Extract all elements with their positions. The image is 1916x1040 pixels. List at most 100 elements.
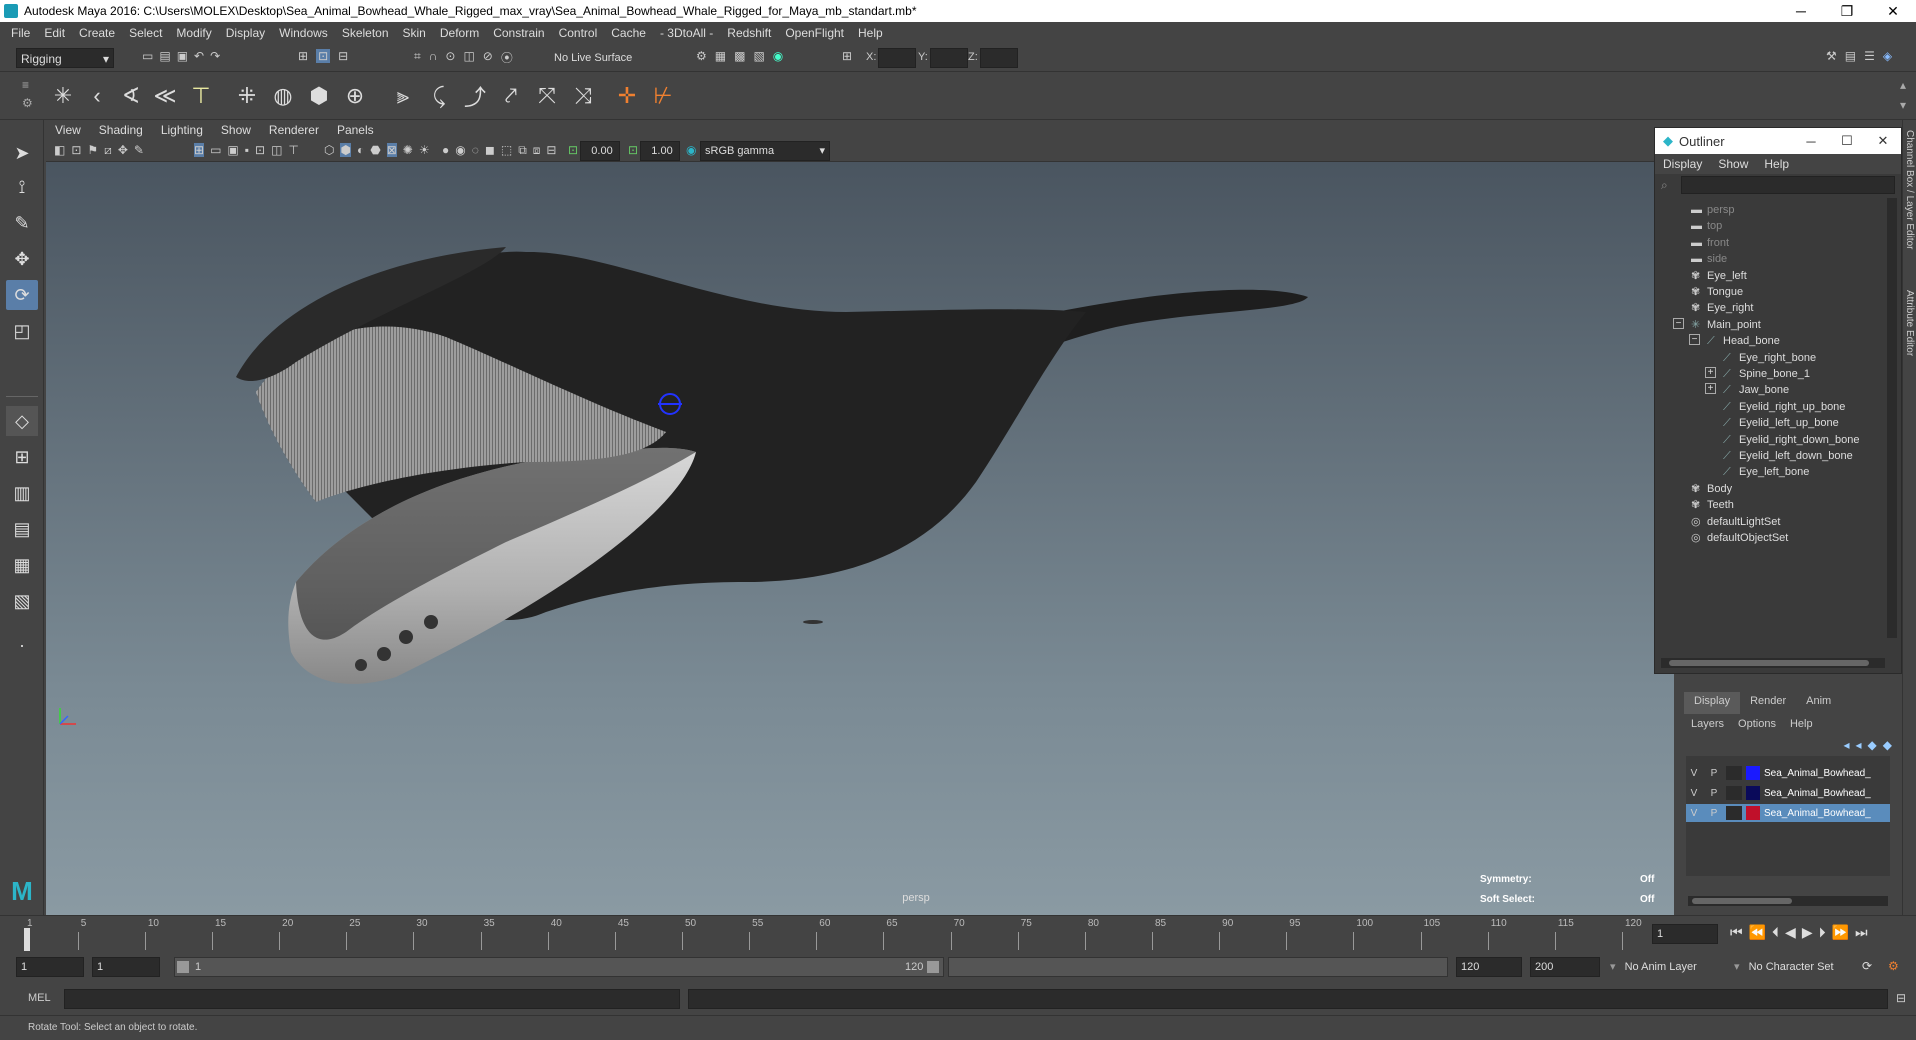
layer-horizontal-scrollbar[interactable] (1688, 896, 1888, 906)
joint-tool-icon[interactable]: ✳ (48, 79, 78, 113)
outliner-close-button[interactable]: ✕ (1865, 133, 1901, 149)
aim-constraint-icon[interactable]: ⤧ (532, 79, 562, 113)
image-plane-icon[interactable]: ⧄ (104, 143, 112, 158)
ik-handle-icon[interactable]: ‹ (82, 79, 112, 113)
outliner-item[interactable]: ◎ defaultObjectSet (1655, 528, 1885, 548)
viewport-menu-shading[interactable]: Shading (90, 123, 152, 137)
menu-redshift[interactable]: Redshift (720, 26, 778, 40)
viewport-menu-panels[interactable]: Panels (328, 123, 383, 137)
go-to-start-icon[interactable]: ⏮ (1730, 924, 1743, 941)
lock-camera-icon[interactable]: ⊡ (71, 143, 81, 158)
four-view-layout-icon[interactable]: ⊞ (6, 442, 38, 472)
layer-visibility-toggle[interactable]: V (1686, 768, 1702, 779)
exposure-icon[interactable]: ⊡ (568, 143, 578, 157)
orient-constraint-icon[interactable]: ⤴ (460, 79, 490, 113)
channel-box-toggle-icon[interactable]: ◈ (1883, 49, 1892, 63)
textured-icon[interactable]: ✺ (403, 143, 413, 157)
menu-modify[interactable]: Modify (169, 26, 218, 40)
layer-row[interactable]: V P Sea_Animal_Bowhead_ (1686, 764, 1890, 782)
expand-icon[interactable]: + (1705, 383, 1716, 395)
move-layer-down-icon[interactable]: ◂ (1856, 738, 1862, 752)
layer-color-swatch[interactable] (1746, 766, 1760, 780)
shelf-scroll-up-icon[interactable]: ▴ (1900, 78, 1906, 92)
undo-icon[interactable]: ↶ (194, 49, 204, 63)
animation-end-field[interactable]: 200 (1530, 957, 1600, 977)
save-scene-icon[interactable]: ▣ (177, 49, 188, 63)
xray-active-icon[interactable]: ⧈ (533, 143, 541, 158)
insert-joint-icon[interactable]: ≪ (150, 79, 180, 113)
outliner-search-input[interactable] (1681, 176, 1895, 194)
select-hierarchy-icon[interactable]: ⊞ (298, 49, 308, 63)
menu-edit[interactable]: Edit (37, 26, 72, 40)
camera-attributes-icon[interactable]: ⊟ (546, 143, 556, 158)
layer-menu-help[interactable]: Help (1783, 718, 1820, 730)
gamma-icon[interactable]: ⊡ (628, 143, 638, 157)
playback-start-field[interactable]: 1 (92, 957, 160, 977)
safe-action-icon[interactable]: ◫ (271, 143, 282, 157)
play-backward-icon[interactable]: ◀ (1785, 924, 1796, 941)
select-tool-icon[interactable]: ➤ (6, 138, 38, 168)
minimize-button[interactable]: ─ (1778, 3, 1824, 19)
lasso-tool-icon[interactable]: ⟟ (6, 172, 38, 202)
locator-icon[interactable]: ⊤ (186, 79, 216, 113)
collapse-icon[interactable]: − (1673, 317, 1684, 329)
y-field[interactable] (930, 48, 968, 68)
shelf-menu-icon[interactable]: ≡ (22, 78, 29, 92)
character-set-dropdown[interactable]: ▾ No Character Set (1734, 957, 1864, 977)
outliner-minimize-button[interactable]: ─ (1793, 134, 1829, 149)
animation-start-field[interactable]: 1 (16, 957, 84, 977)
shadows-icon[interactable]: ● (442, 143, 449, 158)
lattice-icon[interactable]: ◍ (268, 79, 298, 113)
current-time-marker[interactable] (24, 928, 30, 952)
menu-file[interactable]: File (4, 26, 37, 40)
playback-end-field[interactable]: 120 (1456, 957, 1522, 977)
sculpt-deformer-icon[interactable]: ⊕ (340, 79, 370, 113)
move-layer-up-icon[interactable]: ◂ (1843, 738, 1849, 752)
hypershade-icon[interactable]: ◉ (773, 49, 783, 63)
layer-playback-toggle[interactable]: P (1706, 788, 1722, 799)
isolate-select-icon[interactable]: ⬚ (501, 143, 512, 158)
menu-windows[interactable]: Windows (272, 26, 335, 40)
resolution-gate-icon[interactable]: ▣ (227, 143, 238, 157)
create-layer-from-selected-icon[interactable]: ◆ (1883, 738, 1892, 752)
layer-menu-options[interactable]: Options (1731, 718, 1783, 730)
viewport-menu-renderer[interactable]: Renderer (260, 123, 328, 137)
maximize-button[interactable]: ❐ (1824, 3, 1870, 20)
shelf-settings-icon[interactable]: ⚙ (22, 96, 33, 110)
outliner-layout-icon[interactable]: ▤ (6, 514, 38, 544)
menu-skin[interactable]: Skin (396, 26, 433, 40)
2d-pan-icon[interactable]: ✥ (118, 143, 128, 158)
timeline-ruler[interactable]: 1 5 10 15 20 25 30 35 40 45 50 55 60 65 70 75 80 85 90 95 10… (24, 916, 1642, 952)
color-management-icon[interactable]: ◉ (686, 143, 696, 157)
filter-icon[interactable]: ⌕ (1661, 178, 1668, 193)
layer-menu-layers[interactable]: Layers (1684, 718, 1731, 730)
snap-curve-icon[interactable]: ∩ (429, 49, 438, 66)
layer-color-swatch[interactable] (1746, 786, 1760, 800)
close-button[interactable]: ✕ (1870, 3, 1916, 20)
menu-control[interactable]: Control (552, 26, 605, 40)
outliner-maximize-button[interactable]: ☐ (1829, 133, 1865, 149)
menu-display[interactable]: Display (219, 26, 272, 40)
viewport-menu-view[interactable]: View (46, 123, 90, 137)
render-view-icon[interactable]: ▧ (753, 49, 764, 63)
hypershade-layout-icon[interactable]: ▧ (6, 586, 38, 616)
tab-render[interactable]: Render (1740, 692, 1796, 714)
move-tool-icon[interactable]: ✥ (6, 244, 38, 274)
outliner-menu-show[interactable]: Show (1710, 157, 1756, 171)
film-gate-icon[interactable]: ▭ (210, 143, 221, 157)
layer-type-toggle[interactable] (1726, 786, 1742, 800)
z-field[interactable] (980, 48, 1018, 68)
range-slider-track[interactable] (948, 957, 1448, 977)
menu-create[interactable]: Create (72, 26, 122, 40)
tab-anim[interactable]: Anim (1796, 692, 1841, 714)
anti-aliasing-icon[interactable]: ◼ (485, 143, 495, 158)
menu-openflight[interactable]: OpenFlight (778, 26, 851, 40)
motion-blur-icon[interactable]: ◌ (472, 143, 479, 158)
graph-editor-layout-icon[interactable]: ▦ (6, 550, 38, 580)
wrap-deformer-icon[interactable]: ⬢ (304, 79, 334, 113)
menu-help[interactable]: Help (851, 26, 890, 40)
viewport-menu-show[interactable]: Show (212, 123, 260, 137)
perspective-viewport[interactable]: persp Symmetry: Off Soft Select: Off (46, 162, 1674, 915)
layer-playback-toggle[interactable]: P (1706, 768, 1722, 779)
pole-vector-icon[interactable]: ⤨ (568, 79, 598, 113)
